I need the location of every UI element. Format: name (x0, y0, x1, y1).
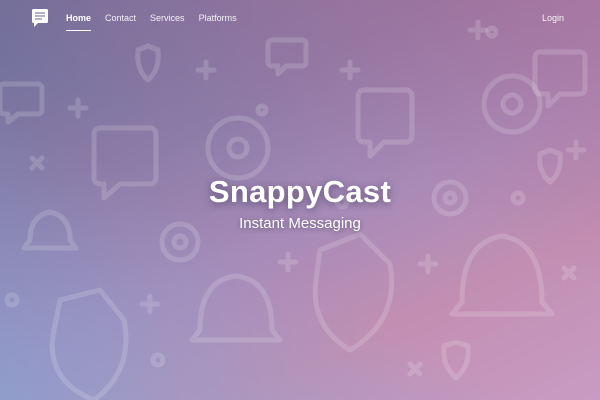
shield-icon (49, 287, 129, 400)
plus-icon (67, 19, 587, 315)
chat-bubble-icon (355, 87, 415, 159)
top-navbar: Home Contact Services Platforms Login (0, 0, 600, 36)
nav-platforms-link[interactable]: Platforms (199, 0, 237, 31)
shield-icon (441, 339, 471, 381)
hero-subtitle: Instant Messaging (239, 215, 361, 232)
nav-contact-link[interactable]: Contact (105, 0, 136, 31)
hero-text: SnappyCast Instant Messaging (0, 172, 600, 234)
nav-home-link[interactable]: Home (66, 0, 92, 31)
hero-section: Home Contact Services Platforms Login Sn… (0, 0, 600, 400)
chat-bubble-icon (532, 49, 588, 109)
nav-links: Home Contact Services Platforms (66, 0, 237, 31)
chat-bubble-icon (265, 37, 309, 77)
login-link[interactable]: Login (542, 13, 564, 23)
bell-icon (189, 273, 283, 343)
gear-icon (481, 73, 543, 135)
shield-icon (312, 231, 395, 353)
nav-services-link[interactable]: Services (150, 0, 185, 31)
bell-icon (449, 233, 555, 317)
hero-title: SnappyCast (208, 174, 392, 209)
gear-icon (205, 115, 271, 181)
shield-icon (135, 43, 161, 83)
chat-bubble-icon[interactable] (31, 8, 49, 28)
chat-bubble-icon (0, 81, 45, 125)
